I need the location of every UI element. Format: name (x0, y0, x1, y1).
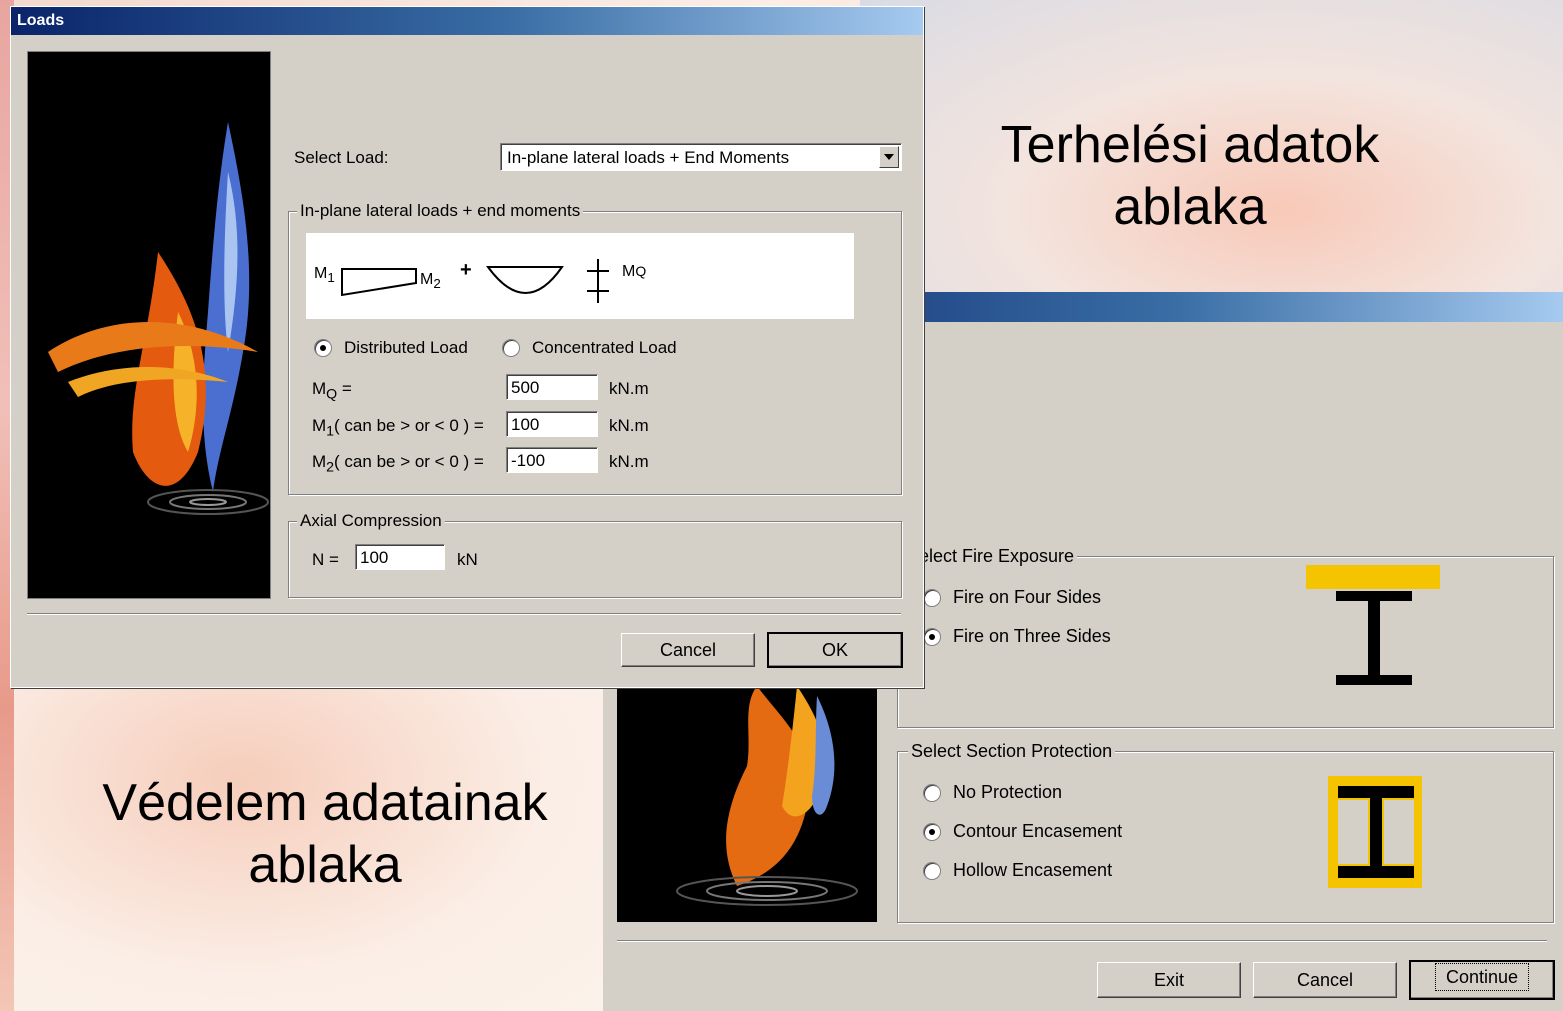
fire-three-sides-radio[interactable] (923, 627, 941, 646)
flame-image (617, 686, 877, 922)
loads-window-titlebar[interactable]: Loads (11, 7, 923, 35)
protection-cancel-button[interactable]: Cancel (1253, 962, 1397, 998)
lateral-loads-title: In-plane lateral loads + end moments (297, 201, 584, 221)
end-moments-icon (341, 268, 417, 297)
fire-exposure-title: elect Fire Exposure (916, 546, 1078, 567)
select-load-dropdown[interactable]: In-plane lateral loads + End Moments (500, 143, 902, 171)
m2-unit: kN.m (609, 452, 649, 471)
option-label: No Protection (953, 782, 1063, 802)
concentrated-load-option[interactable]: Concentrated Load (502, 338, 677, 358)
m1-input[interactable]: 100 (506, 411, 598, 437)
concentrated-load-radio[interactable] (502, 339, 520, 357)
continue-button-label: Continue (1434, 963, 1530, 991)
flame-picture (48, 122, 269, 515)
i-beam-contour-encasement-icon (1328, 776, 1422, 888)
separator (27, 613, 901, 615)
mq-field-label: MQ = (312, 379, 352, 403)
axial-label: N = (312, 550, 339, 569)
load-diagram: M1 M2 + MQ (306, 233, 854, 319)
m1-field-label: M1( can be > or < 0 ) = (312, 416, 484, 440)
option-label: Fire on Four Sides (953, 587, 1102, 607)
fire-four-sides-option[interactable]: Fire on Four Sides (923, 587, 1101, 608)
loads-cancel-button[interactable]: Cancel (621, 633, 755, 667)
contour-encasement-radio[interactable] (923, 822, 941, 841)
option-label: Hollow Encasement (953, 860, 1113, 880)
ok-button[interactable]: OK (767, 632, 903, 668)
option-label: Fire on Three Sides (953, 626, 1111, 646)
window-title: Loads (17, 12, 65, 29)
no-protection-option[interactable]: No Protection (923, 782, 1062, 803)
no-protection-radio[interactable] (923, 783, 941, 802)
exit-button[interactable]: Exit (1097, 962, 1241, 998)
option-label: Concentrated Load (532, 338, 677, 357)
diagram-m1-label: M1 (314, 265, 335, 286)
diagram-mq-label: MQ (622, 263, 647, 280)
flame-image (27, 51, 271, 599)
axial-input[interactable]: 100 (355, 544, 445, 570)
mq-unit: kN.m (609, 379, 649, 398)
m1-unit: kN.m (609, 416, 649, 435)
contour-encasement-option[interactable]: Contour Encasement (923, 821, 1122, 842)
separator (617, 940, 1547, 942)
distributed-load-radio[interactable] (314, 339, 332, 357)
axial-compression-title: Axial Compression (297, 511, 445, 531)
axial-unit: kN (457, 550, 478, 569)
hollow-encasement-radio[interactable] (923, 861, 941, 880)
i-beam-three-sides-icon (1306, 565, 1440, 685)
hollow-encasement-option[interactable]: Hollow Encasement (923, 860, 1112, 881)
concentrated-moment-icon (587, 259, 609, 303)
mq-input[interactable]: 500 (506, 374, 598, 400)
caption-line: Terhelési adatok (1000, 116, 1380, 174)
continue-button[interactable]: Continue (1409, 960, 1555, 1000)
option-label: Distributed Load (344, 338, 468, 357)
loads-caption: Terhelési adatok ablaka (970, 114, 1410, 238)
m2-input[interactable]: -100 (506, 447, 598, 473)
diagram-plus: + (460, 259, 472, 281)
select-load-label: Select Load: (294, 148, 389, 167)
diagram-m2-label: M2 (420, 271, 441, 292)
fire-three-sides-option[interactable]: Fire on Three Sides (923, 626, 1111, 647)
distributed-load-option[interactable]: Distributed Load (314, 338, 468, 358)
fire-four-sides-radio[interactable] (923, 588, 941, 607)
distributed-moment-icon (486, 266, 564, 294)
loads-window: Loads Select Load: In-plane lateral load… (10, 6, 924, 688)
caption-line: ablaka (1113, 178, 1267, 236)
protection-caption: Védelem adatainak ablaka (70, 772, 580, 896)
caption-line: ablaka (248, 836, 402, 894)
select-load-value: In-plane lateral loads + End Moments (507, 148, 790, 167)
option-label: Contour Encasement (953, 821, 1123, 841)
chevron-down-icon[interactable] (879, 146, 899, 168)
caption-line: Védelem adatainak (102, 774, 548, 832)
section-protection-title: Select Section Protection (908, 741, 1116, 762)
flame-picture (676, 686, 858, 906)
m2-field-label: M2( can be > or < 0 ) = (312, 452, 484, 476)
